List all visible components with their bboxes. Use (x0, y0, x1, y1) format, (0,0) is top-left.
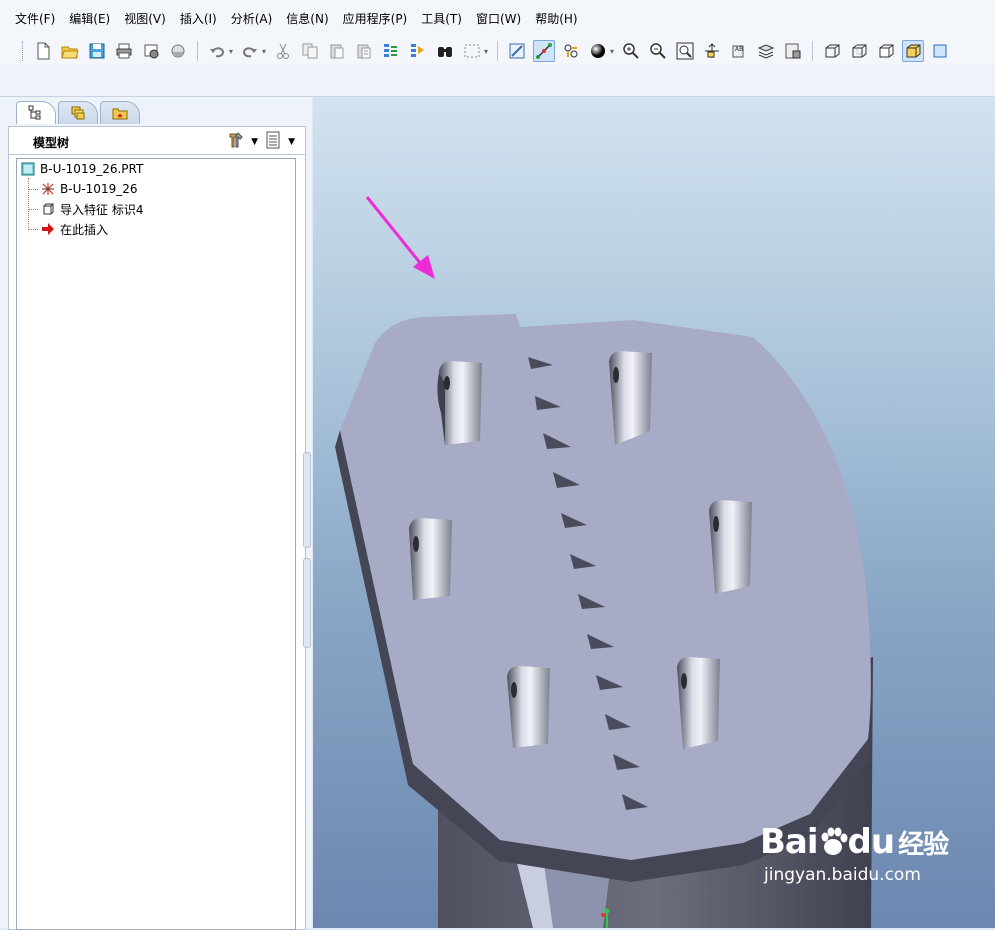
paste-special-icon[interactable] (353, 40, 375, 62)
import-feature-icon (41, 202, 55, 216)
model-tree-header: 模型树 ▼ ▼ (8, 126, 306, 155)
regenerate-manager-icon[interactable] (407, 40, 429, 62)
tree-item-label: 导入特征 标识4 (60, 202, 144, 217)
model-tree-tab[interactable] (16, 101, 56, 124)
copy-icon[interactable] (299, 40, 321, 62)
model-tree-icon (28, 105, 41, 120)
print-icon[interactable] (113, 40, 135, 62)
cut-icon[interactable] (272, 40, 294, 62)
hidden-line-icon[interactable] (848, 40, 870, 62)
watermark-url: jingyan.baidu.com (764, 865, 921, 885)
save-icon[interactable] (86, 40, 108, 62)
favorites-folder-icon (112, 108, 128, 120)
settings-tools-icon[interactable] (227, 131, 245, 152)
save-copy-icon[interactable] (140, 40, 162, 62)
regenerate-icon[interactable] (380, 40, 402, 62)
tree-item-insert-here[interactable]: 在此插入 (41, 219, 108, 239)
menu-insert[interactable]: 插入(I) (173, 11, 224, 27)
tree-item-part[interactable]: B-U-1019_26.PRT (21, 159, 143, 179)
spin-center-icon[interactable] (533, 40, 556, 62)
svg-text:AB: AB (735, 46, 743, 53)
menu-analysis[interactable]: 分析(A) (224, 11, 280, 27)
tree-connector (28, 209, 38, 210)
navigator-panel: 模型树 ▼ ▼ B-U-1019_26.PRT B-U-1019_26 导入特征… (0, 97, 312, 930)
toolbar-separator (812, 41, 814, 61)
main-toolbar: ▾ ▾ ▾ ▾ AB (0, 38, 995, 64)
toolbar-separator (197, 41, 198, 61)
watermark-du: du (847, 822, 896, 862)
annotation-arrow (365, 196, 435, 279)
tree-item-csys[interactable]: B-U-1019_26 (41, 179, 137, 199)
watermark-cn: 经验 (898, 830, 949, 860)
menu-info[interactable]: 信息(N) (279, 11, 335, 27)
baidu-watermark: Bai du 经验 jingyan.baidu.com (760, 822, 949, 885)
refit-icon[interactable] (674, 40, 696, 62)
show-options-icon[interactable] (264, 131, 282, 152)
menu-file[interactable]: 文件(F) (8, 11, 62, 27)
part-icon (21, 162, 35, 176)
tree-item-label: B-U-1019_26.PRT (40, 162, 144, 176)
tree-connector (28, 229, 38, 230)
reorient-icon[interactable] (701, 40, 723, 62)
zoom-in-icon[interactable] (620, 40, 642, 62)
shading-dropdown-icon[interactable]: ▾ (610, 47, 614, 56)
paste-icon[interactable] (326, 40, 348, 62)
new-file-icon[interactable] (32, 40, 54, 62)
repaint-icon[interactable] (506, 40, 528, 62)
csys-icon (41, 182, 55, 196)
favorites-tab[interactable] (100, 101, 140, 124)
backup-icon[interactable] (167, 40, 189, 62)
select-box-icon[interactable] (461, 40, 483, 62)
watermark-bai: Bai (760, 822, 819, 862)
graphics-viewport[interactable] (313, 97, 995, 928)
baidu-paw-icon (821, 827, 848, 855)
find-icon[interactable] (434, 40, 456, 62)
model-tree-list: B-U-1019_26.PRT B-U-1019_26 导入特征 标识4 在此插… (16, 158, 296, 930)
saved-views-icon[interactable]: AB (728, 40, 750, 62)
menu-tools[interactable]: 工具(T) (414, 11, 469, 27)
menu-applications[interactable]: 应用程序(P) (336, 11, 415, 27)
splitter-handle-bottom[interactable] (303, 558, 311, 648)
menu-bar: 文件(F) 编辑(E) 视图(V) 插入(I) 分析(A) 信息(N) 应用程序… (0, 0, 995, 39)
wireframe-icon[interactable] (821, 40, 843, 62)
datum-planes-icon[interactable] (929, 40, 951, 62)
zoom-out-icon[interactable] (647, 40, 669, 62)
insert-here-arrow-icon (41, 222, 55, 236)
menu-window[interactable]: 窗口(W) (469, 11, 528, 27)
redo-icon[interactable] (239, 40, 261, 62)
orient-icon[interactable] (560, 40, 582, 62)
layer-tree-tab[interactable] (58, 101, 98, 124)
tree-connector (28, 189, 38, 190)
no-hidden-icon[interactable] (875, 40, 897, 62)
panel-splitter[interactable] (302, 452, 311, 648)
settings-dropdown-icon[interactable]: ▼ (251, 137, 258, 147)
toolbar-separator (497, 41, 499, 61)
model-render (335, 196, 873, 928)
model-tree: B-U-1019_26.PRT B-U-1019_26 导入特征 标识4 在此插… (8, 154, 306, 930)
watermark-brand: Bai du 经验 (760, 822, 949, 865)
select-dropdown-icon[interactable]: ▾ (484, 47, 488, 56)
tree-item-import-feature[interactable]: 导入特征 标识4 (41, 199, 143, 219)
splitter-handle-top[interactable] (303, 452, 311, 548)
undo-dropdown-icon[interactable]: ▾ (229, 47, 233, 56)
layers-icon[interactable] (755, 40, 777, 62)
model-tree-title: 模型树 (33, 136, 70, 150)
navigator-tabs (16, 101, 142, 124)
view-manager-icon[interactable] (782, 40, 804, 62)
menu-edit[interactable]: 编辑(E) (62, 11, 117, 27)
shaded-icon[interactable] (902, 40, 925, 62)
tree-item-label: 在此插入 (60, 222, 109, 237)
toolbar-grip[interactable] (22, 41, 26, 61)
undo-icon[interactable] (206, 40, 228, 62)
redo-dropdown-icon[interactable]: ▾ (262, 47, 266, 56)
tree-item-label: B-U-1019_26 (60, 182, 138, 196)
menu-view[interactable]: 视图(V) (117, 11, 173, 27)
open-folder-icon[interactable] (59, 40, 81, 62)
tree-connector (28, 178, 29, 230)
toolbar-band (0, 64, 995, 97)
menu-help[interactable]: 帮助(H) (528, 11, 584, 27)
show-dropdown-icon[interactable]: ▼ (288, 137, 295, 147)
folder-browser-icon (71, 106, 85, 120)
shading-icon[interactable] (587, 40, 609, 62)
